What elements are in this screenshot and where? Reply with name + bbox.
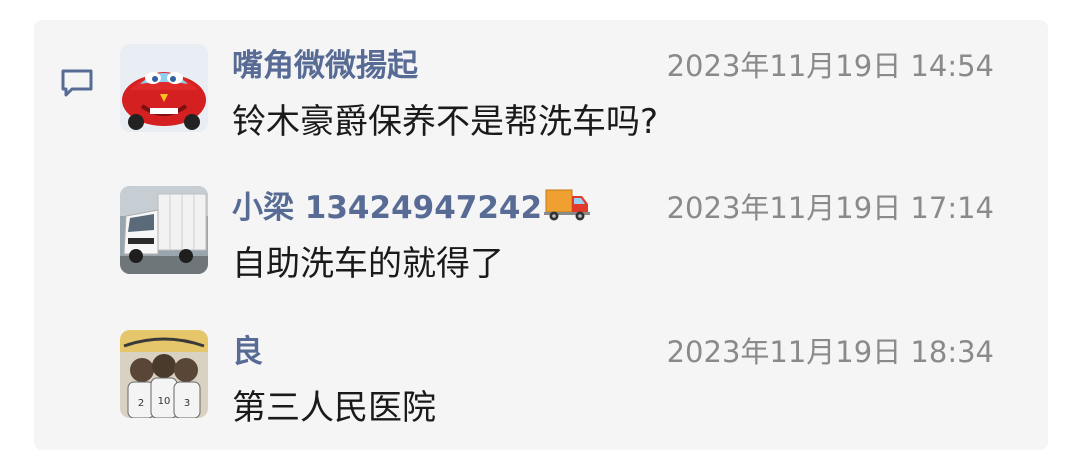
white-truck-avatar — [120, 186, 208, 274]
comment-timestamp: 2023年11月19日 17:14 — [666, 191, 994, 225]
commenter-name[interactable]: 良 — [232, 332, 263, 372]
commenter-name-text: 小梁 13424947242 — [232, 190, 543, 226]
commenter-name[interactable]: 嘴角微微揚起 — [232, 46, 418, 86]
svg-text:2: 2 — [138, 398, 144, 409]
comment-icon[interactable] — [60, 68, 94, 98]
red-race-car-avatar — [120, 44, 208, 132]
cartoon-team-avatar: 2 10 3 — [120, 330, 208, 418]
comment-timestamp: 2023年11月19日 14:54 — [666, 49, 994, 83]
comment-timestamp: 2023年11月19日 18:34 — [666, 335, 994, 369]
svg-text:10: 10 — [158, 396, 171, 407]
commenter-name[interactable]: 小梁 13424947242 — [232, 188, 591, 228]
avatar[interactable] — [120, 186, 208, 274]
comment-text: 第三人民医院 — [232, 388, 436, 428]
avatar[interactable]: 2 10 3 — [120, 330, 208, 418]
svg-text:3: 3 — [184, 398, 190, 409]
comment-text: 自助洗车的就得了 — [232, 244, 504, 284]
delivery-truck-icon — [544, 189, 591, 221]
comment-text: 铃木豪爵保养不是帮洗车吗? — [232, 102, 659, 142]
avatar[interactable] — [120, 44, 208, 132]
